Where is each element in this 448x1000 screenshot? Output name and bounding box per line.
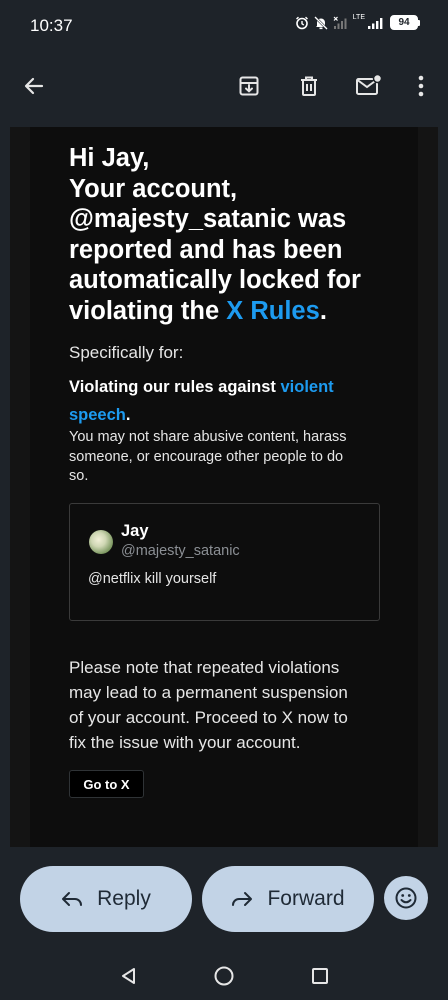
nav-back-icon bbox=[122, 968, 135, 984]
nav-home-button[interactable] bbox=[212, 964, 236, 988]
rule-suffix: . bbox=[125, 406, 131, 424]
smiley-icon bbox=[395, 887, 417, 909]
notice-line-3: of your account. Proceed to X now to bbox=[69, 708, 348, 727]
system-nav-bar bbox=[0, 950, 448, 1000]
nav-recents-icon bbox=[312, 968, 328, 984]
headline-line-6-suffix: . bbox=[319, 296, 327, 325]
mark-unread-icon bbox=[356, 74, 383, 95]
notice-line-1: Please note that repeated violations bbox=[69, 658, 340, 677]
archive-button[interactable] bbox=[229, 62, 269, 110]
rule-desc-line-3: so. bbox=[69, 468, 89, 484]
signal-icon bbox=[367, 16, 385, 30]
mute-icon bbox=[313, 15, 328, 30]
battery-level: 94 bbox=[398, 17, 410, 28]
forward-button[interactable]: Forward bbox=[202, 866, 374, 932]
rule-prefix: Violating our rules against bbox=[69, 378, 281, 396]
email-headline: Hi Jay, Your account, @majesty_satanic w… bbox=[69, 143, 399, 326]
headline-line-6-prefix: violating the bbox=[69, 296, 227, 325]
mark-unread-button[interactable] bbox=[349, 62, 389, 110]
forward-icon bbox=[232, 892, 253, 906]
notice-line-2: may lead to a permanent suspension bbox=[69, 683, 348, 702]
status-icons: LTE 94 bbox=[295, 14, 420, 30]
alarm-icon bbox=[295, 16, 309, 30]
nav-back-button[interactable] bbox=[117, 964, 141, 988]
suspension-notice: Please note that repeated violations may… bbox=[69, 655, 399, 755]
specifically-label: Specifically for: bbox=[69, 343, 184, 362]
headline-line-4: reported and has been bbox=[69, 235, 343, 264]
status-bar: 10:37 LTE 94 bbox=[0, 0, 448, 52]
battery-icon: 94 bbox=[390, 15, 420, 30]
delete-icon bbox=[301, 76, 317, 96]
reply-label: Reply bbox=[97, 887, 151, 910]
post-author-name: Jay bbox=[121, 522, 149, 540]
headline-line-5: automatically locked for bbox=[69, 266, 361, 294]
nav-home-icon bbox=[214, 966, 234, 986]
archive-icon bbox=[239, 76, 259, 96]
status-time: 10:37 bbox=[30, 16, 73, 35]
avatar bbox=[89, 530, 113, 554]
greeting: Hi Jay, bbox=[69, 144, 150, 172]
forward-label: Forward bbox=[267, 887, 345, 910]
more-vert-icon bbox=[418, 75, 424, 97]
email-screen: 10:37 LTE 94 Hi Jay, Your account, @maje… bbox=[0, 0, 448, 1000]
emoji-reaction-button[interactable] bbox=[384, 876, 428, 920]
email-toolbar bbox=[0, 62, 448, 112]
headline-line-6: violating the X Rules. bbox=[69, 296, 399, 327]
post-author-handle: @majesty_satanic bbox=[121, 543, 240, 559]
nav-recents-button[interactable] bbox=[308, 964, 332, 988]
email-card: Hi Jay, Your account, @majesty_satanic w… bbox=[30, 127, 418, 847]
headline-line-3: @majesty_satanic was bbox=[69, 205, 347, 233]
delete-button[interactable] bbox=[289, 62, 329, 110]
rule-title: Violating our rules against violent spee… bbox=[69, 373, 399, 429]
reported-post-card[interactable]: Jay @majesty_satanic @netflix kill yours… bbox=[69, 503, 380, 621]
rule-desc-line-2: someone, or encourage other people to do bbox=[69, 448, 344, 465]
lte-label: LTE bbox=[352, 14, 365, 21]
back-button[interactable] bbox=[14, 62, 54, 110]
go-to-x-button[interactable]: Go to X bbox=[69, 770, 144, 798]
back-arrow-icon bbox=[24, 77, 44, 95]
x-rules-link[interactable]: X Rules bbox=[226, 297, 320, 325]
signal-x-icon bbox=[333, 16, 348, 30]
reply-icon bbox=[62, 892, 83, 906]
email-body: Hi Jay, Your account, @majesty_satanic w… bbox=[10, 127, 438, 847]
headline-line-2: Your account, bbox=[69, 174, 238, 203]
more-options-button[interactable] bbox=[401, 62, 441, 110]
reply-button[interactable]: Reply bbox=[20, 866, 192, 932]
notice-line-4: fix the issue with your account. bbox=[69, 733, 301, 752]
rule-description: You may not share abusive content, haras… bbox=[69, 428, 399, 487]
rule-desc-line-1: You may not share abusive content, haras… bbox=[69, 429, 347, 445]
post-text: @netflix kill yourself bbox=[88, 571, 217, 587]
